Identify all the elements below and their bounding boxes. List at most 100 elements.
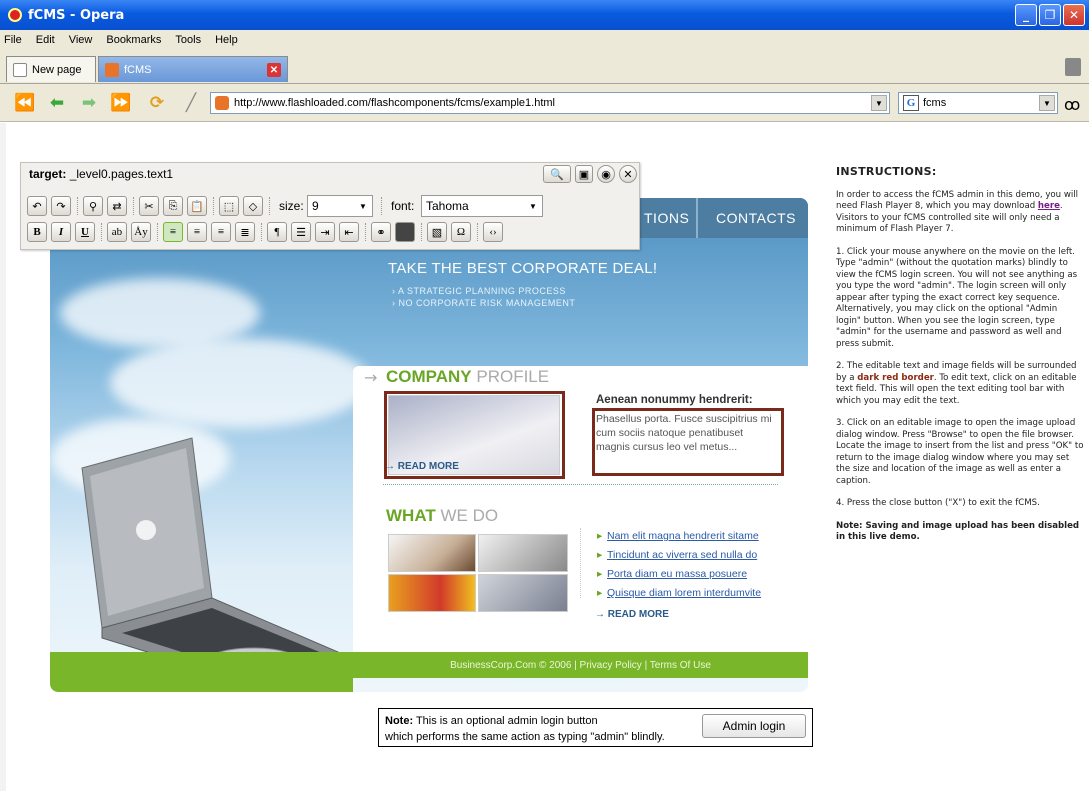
copy-icon[interactable]: ⎘ [163,196,183,216]
url-text: http://www.flashloaded.com/flashcomponen… [234,97,555,109]
trash-icon[interactable] [1065,58,1081,76]
redo-icon[interactable]: ↷ [51,196,71,216]
instructions-step-3: 3. Click on an editable image to open th… [836,418,1084,486]
text-editor-toolbar: target: _level0.pages.text1 🔍 ▣ ◉ ✕ ↶ ↷ … [20,162,640,250]
toolbar-separator [261,223,262,241]
letter-spacing-icon[interactable]: ab [107,222,127,242]
find-icon[interactable]: ⚲ [83,196,103,216]
indent-icon[interactable]: ⇥ [315,222,335,242]
read-more-link[interactable]: → READ MORE [385,461,459,472]
chevron-down-icon[interactable]: ▼ [871,95,887,111]
underline-icon[interactable]: U [75,222,95,242]
target-label: target: [29,167,67,181]
tab-bar: New page fCMS ✕ [0,50,1089,84]
reload-icon[interactable]: ⟳ [146,93,168,113]
service-link[interactable]: Nam elit magna hendrerit sitame [597,530,759,542]
thumbnail-image [478,534,568,572]
aenean-heading: Aenean nonummy hendrerit: [596,394,753,406]
tab-new-page[interactable]: New page [6,56,96,82]
instructions-panel: INSTRUCTIONS: In order to access the fCM… [836,166,1084,555]
search-input[interactable]: G fcms ▼ [898,92,1058,114]
undo-icon[interactable]: ↶ [27,196,47,216]
kerning-icon[interactable]: Åy [131,222,151,242]
color-picker-icon[interactable] [395,222,415,242]
nav-item-solutions[interactable]: TIONS [644,210,689,226]
replace-icon[interactable]: ⇄ [107,196,127,216]
window-title: fCMS - Opera [28,7,125,23]
instructions-title: INSTRUCTIONS: [836,165,937,178]
chevron-down-icon[interactable]: ▼ [1039,95,1055,111]
align-right-icon[interactable]: ≡ [211,222,231,242]
special-char-icon[interactable]: Ω [451,222,471,242]
font-label: font: [391,199,415,213]
service-link[interactable]: Quisque diam lorem interdumvite [597,587,761,599]
tab-label: fCMS [124,63,152,76]
tab-fcms[interactable]: fCMS ✕ [98,56,288,82]
insert-image-icon[interactable]: ▧ [427,222,447,242]
justify-icon[interactable]: ≣ [235,222,255,242]
note-label: Note: [385,715,414,727]
menu-edit[interactable]: Edit [36,34,55,46]
link-icon[interactable]: ⚭ [371,222,391,242]
bullet-text: › NO CORPORATE RISK MANAGEMENT [392,298,576,308]
menu-tools[interactable]: Tools [175,34,201,46]
save-icon[interactable]: ▣ [575,165,593,183]
size-select[interactable]: 9 ▼ [307,195,373,217]
eraser-icon[interactable]: ◇ [243,196,263,216]
rewind-icon[interactable]: ⏪ [14,93,36,113]
tab-label: New page [32,63,82,76]
service-link[interactable]: Porta diam eu massa posuere [597,568,747,580]
note-text: This is an optional admin login button [413,715,598,727]
paragraph-icon[interactable]: ¶ [267,222,287,242]
nav-item-contacts[interactable]: CONTACTS [716,210,796,226]
editor-target: target: _level0.pages.text1 [29,167,173,181]
close-tab-icon[interactable]: ✕ [267,63,281,77]
preview-icon[interactable]: ◉ [597,165,615,183]
italic-icon[interactable]: I [51,222,71,242]
opera-icon [8,8,22,22]
align-center-icon[interactable]: ≡ [187,222,207,242]
flash-movie[interactable]: TIONS CONTACTS TAKE THE BEST CORPORATE D… [50,198,808,692]
step-highlight: dark red border [857,372,934,383]
font-select[interactable]: Tahoma ▼ [421,195,543,217]
browser-window: fCMS - Opera _ ❐ ✕ File Edit View Bookma… [0,0,1089,791]
search-value: fcms [923,97,947,109]
maximize-button[interactable]: ❐ [1039,4,1061,26]
menu-bookmarks[interactable]: Bookmarks [106,34,161,46]
minimize-button[interactable]: _ [1015,4,1037,26]
rss-icon [215,96,229,110]
editable-paragraph[interactable]: Phasellus porta. Fusce suscipitrius mi c… [596,412,774,454]
toolbar-separator [421,223,422,241]
bullet-list-icon[interactable]: ☰ [291,222,311,242]
download-link[interactable]: here [1038,201,1060,211]
align-left-icon[interactable]: ≡ [163,222,183,242]
search-replace-icon[interactable]: 🔍 [543,165,571,183]
size-label: size: [279,199,304,213]
outdent-icon[interactable]: ⇤ [339,222,359,242]
forward-icon[interactable]: ➡ [78,93,100,113]
html-source-icon[interactable]: ‹› [483,222,503,242]
menu-help[interactable]: Help [215,34,238,46]
glasses-icon[interactable]: ꝏ [1064,95,1080,114]
close-button[interactable]: ✕ [1063,4,1085,26]
fast-forward-icon[interactable]: ⏩ [110,93,132,113]
nav-divider [696,198,698,238]
close-icon[interactable]: ✕ [619,165,637,183]
read-more-link[interactable]: → READ MORE [595,609,669,620]
instructions-step-1: 1. Click your mouse anywhere on the movi… [836,246,1078,349]
panel-handle[interactable] [0,123,6,791]
menu-file[interactable]: File [4,34,22,46]
paste-icon[interactable]: 📋 [187,196,207,216]
edit-icon[interactable]: ╱ [180,93,202,113]
admin-login-button[interactable]: Admin login [702,714,806,738]
select-all-icon[interactable]: ⬚ [219,196,239,216]
site-footer: BusinessCorp.Com © 2006 | Privacy Policy… [353,652,808,678]
chevron-down-icon: ▼ [529,201,537,211]
service-link[interactable]: Tincidunt ac viverra sed nulla do [597,549,757,561]
address-bar[interactable]: http://www.flashloaded.com/flashcomponen… [210,92,890,114]
what-we-do-title: WHAT WE DO [386,506,498,526]
bold-icon[interactable]: B [27,222,47,242]
back-icon[interactable]: ⬅ [46,93,68,113]
cut-icon[interactable]: ✂ [139,196,159,216]
menu-view[interactable]: View [69,34,93,46]
